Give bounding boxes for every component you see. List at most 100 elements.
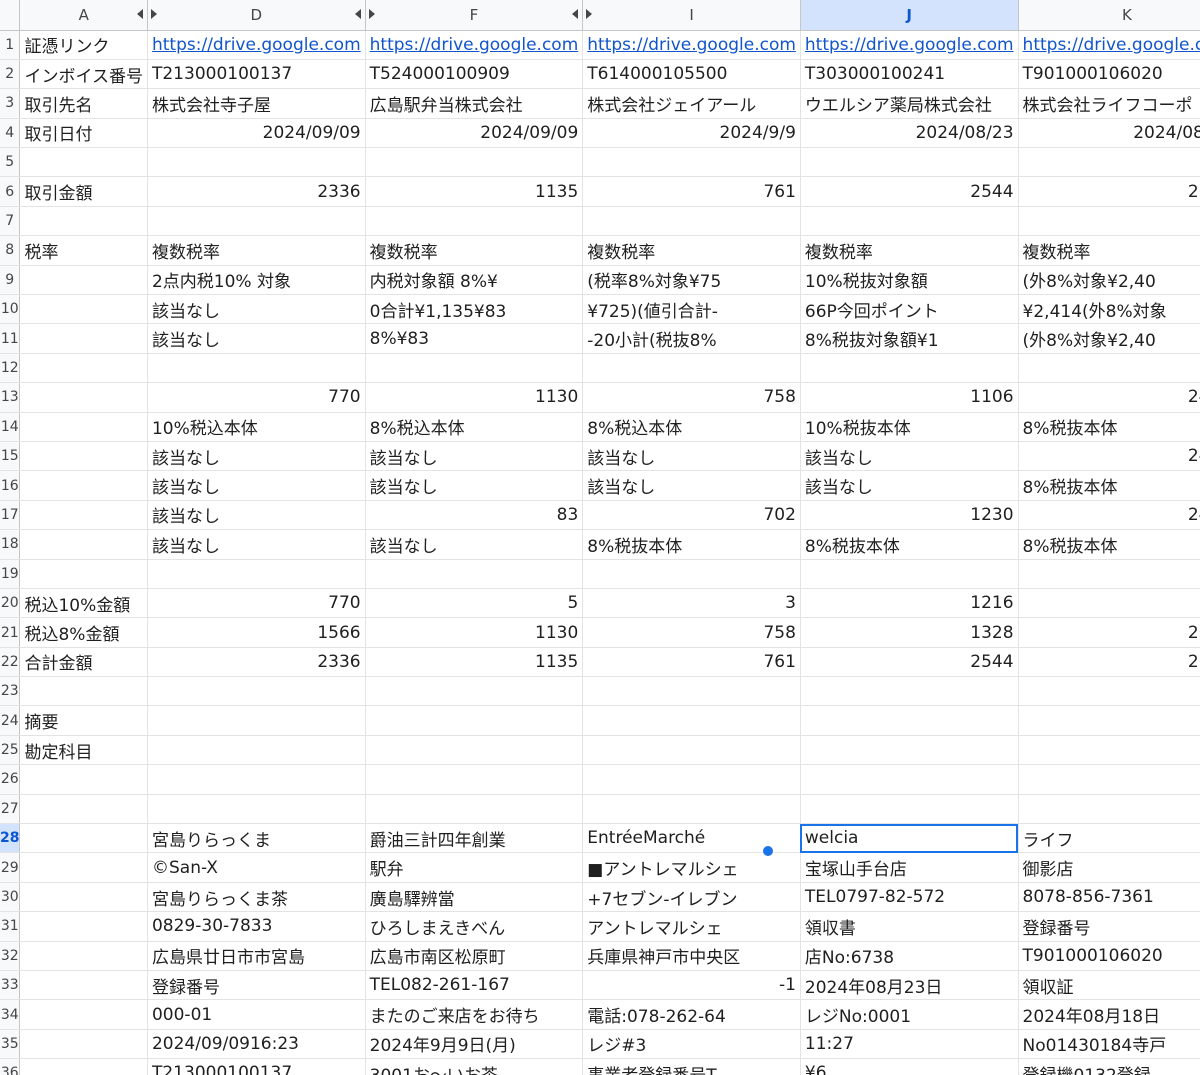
cell-I24[interactable] <box>582 705 801 736</box>
cell-F22[interactable]: 1135 <box>365 647 584 678</box>
cell-A2[interactable]: インボイス番号 <box>19 59 148 90</box>
cell-J24[interactable] <box>800 705 1019 736</box>
cell-K35[interactable]: No01430184寺戸 <box>1018 1029 1200 1060</box>
cell-D13[interactable]: 770 <box>147 382 366 413</box>
cell-I12[interactable] <box>582 353 801 384</box>
row-header[interactable]: 4 <box>0 118 21 149</box>
cell-D11[interactable]: 該当なし <box>147 323 366 354</box>
cell-J6[interactable]: 2544 <box>800 176 1019 207</box>
cell-D23[interactable] <box>147 676 366 707</box>
row-header[interactable]: 24 <box>0 705 21 736</box>
cell-I15[interactable]: 該当なし <box>582 441 801 472</box>
cell-A10[interactable] <box>19 294 148 325</box>
cell-F13[interactable]: 1130 <box>365 382 584 413</box>
cell-D3[interactable]: 株式会社寺子屋 <box>147 88 366 119</box>
cell-K36[interactable]: 登録機0132登録 <box>1018 1058 1200 1075</box>
cell-A1[interactable]: 証憑リンク <box>19 30 148 60</box>
cell-J18[interactable]: 8%税抜本体 <box>800 529 1019 560</box>
cell-D25[interactable] <box>147 735 366 766</box>
cell-F9[interactable]: 内税対象額 8%¥ <box>365 265 584 296</box>
cell-A34[interactable] <box>19 999 148 1030</box>
cell-I26[interactable] <box>582 764 801 795</box>
cell-F28[interactable]: 爵油三計四年創業 <box>365 823 584 854</box>
cell-F3[interactable]: 広島駅弁当株式会社 <box>365 88 584 119</box>
cell-K21[interactable]: 2601 <box>1018 617 1200 648</box>
cell-D35[interactable]: 2024/09/0916:23 <box>147 1029 366 1060</box>
cell-F27[interactable] <box>365 794 584 825</box>
cell-J16[interactable]: 該当なし <box>800 470 1019 501</box>
cell-K5[interactable] <box>1018 147 1200 178</box>
cell-I36[interactable]: 事業者登録番号T <box>582 1058 801 1075</box>
cell-J27[interactable] <box>800 794 1019 825</box>
cell-A22[interactable]: 合計金額 <box>19 647 148 678</box>
row-header[interactable]: 27 <box>0 794 21 825</box>
row-header[interactable]: 2 <box>0 59 21 90</box>
cell-K1[interactable]: https://drive.google.com <box>1018 30 1200 60</box>
cell-F7[interactable] <box>365 206 584 237</box>
cell-K4[interactable]: 2024/08/18 <box>1018 118 1200 149</box>
row-header[interactable]: 17 <box>0 500 21 531</box>
cell-D15[interactable]: 該当なし <box>147 441 366 472</box>
row-header[interactable]: 19 <box>0 559 21 589</box>
row-header[interactable]: 34 <box>0 999 21 1030</box>
row-header[interactable]: 25 <box>0 735 21 766</box>
cell-F18[interactable]: 該当なし <box>365 529 584 560</box>
cell-A23[interactable] <box>19 676 148 707</box>
expand-hidden-columns-icon[interactable] <box>354 9 361 19</box>
cell-F5[interactable] <box>365 147 584 178</box>
cell-F21[interactable]: 1130 <box>365 617 584 648</box>
cell-D1[interactable]: https://drive.google.com <box>147 30 366 60</box>
cell-F35[interactable]: 2024年9月9日(月) <box>365 1029 584 1060</box>
row-header[interactable]: 18 <box>0 529 21 560</box>
cell-J22[interactable]: 2544 <box>800 647 1019 678</box>
row-header[interactable]: 8 <box>0 235 21 266</box>
cell-D18[interactable]: 該当なし <box>147 529 366 560</box>
cell-K13[interactable]: 2409 <box>1018 382 1200 413</box>
cell-F30[interactable]: 廣島驛辨當 <box>365 882 584 913</box>
column-header-J[interactable]: J <box>800 0 1019 31</box>
row-header[interactable]: 12 <box>0 353 21 384</box>
cell-I8[interactable]: 複数税率 <box>582 235 801 266</box>
cell-I32[interactable]: 兵庫県神戸市中央区 <box>582 941 801 972</box>
cell-K9[interactable]: (外8%対象¥2,40 <box>1018 265 1200 296</box>
cell-J30[interactable]: TEL0797-82-572 <box>800 882 1019 913</box>
cell-A27[interactable] <box>19 794 148 825</box>
cell-F15[interactable]: 該当なし <box>365 441 584 472</box>
cell-F29[interactable]: 駅弁 <box>365 852 584 883</box>
cell-A36[interactable] <box>19 1058 148 1075</box>
cell-A20[interactable]: 税込10%金額 <box>19 588 148 619</box>
cell-J13[interactable]: 1106 <box>800 382 1019 413</box>
cell-I2[interactable]: T614000105500 <box>582 59 801 90</box>
cell-A11[interactable] <box>19 323 148 354</box>
cell-K22[interactable]: 2606 <box>1018 647 1200 678</box>
cell-F33[interactable]: TEL082-261-167 <box>365 970 584 1001</box>
cell-J12[interactable] <box>800 353 1019 384</box>
cell-I20[interactable]: 3 <box>582 588 801 619</box>
cell-J20[interactable]: 1216 <box>800 588 1019 619</box>
cell-K15[interactable]: 2409 <box>1018 441 1200 472</box>
row-header[interactable]: 31 <box>0 911 21 942</box>
cell-I11[interactable]: -20小計(税抜8% <box>582 323 801 354</box>
row-header[interactable]: 36 <box>0 1058 21 1075</box>
cell-F16[interactable]: 該当なし <box>365 470 584 501</box>
cell-K31[interactable]: 登録番号 <box>1018 911 1200 942</box>
cell-J5[interactable] <box>800 147 1019 178</box>
cell-F32[interactable]: 広島市南区松原町 <box>365 941 584 972</box>
row-header[interactable]: 6 <box>0 176 21 207</box>
cell-F26[interactable] <box>365 764 584 795</box>
cell-A30[interactable] <box>19 882 148 913</box>
cell-A14[interactable] <box>19 412 148 442</box>
cell-J36[interactable]: ¥6 <box>800 1058 1019 1075</box>
spreadsheet-grid[interactable]: ADFIJKTX 1証憑リンクhttps://drive.google.comh… <box>0 0 1200 1075</box>
cell-F11[interactable]: 8%¥83 <box>365 323 584 354</box>
cell-A4[interactable]: 取引日付 <box>19 118 148 149</box>
row-header[interactable]: 11 <box>0 323 21 354</box>
cell-D36[interactable]: T213000100137 <box>147 1058 366 1075</box>
cell-A15[interactable] <box>19 441 148 472</box>
cell-D7[interactable] <box>147 206 366 237</box>
cell-K7[interactable] <box>1018 206 1200 237</box>
cell-K23[interactable] <box>1018 676 1200 707</box>
cell-F17[interactable]: 83 <box>365 500 584 531</box>
cell-K26[interactable] <box>1018 764 1200 795</box>
cell-K30[interactable]: 8078-856-7361 <box>1018 882 1200 913</box>
